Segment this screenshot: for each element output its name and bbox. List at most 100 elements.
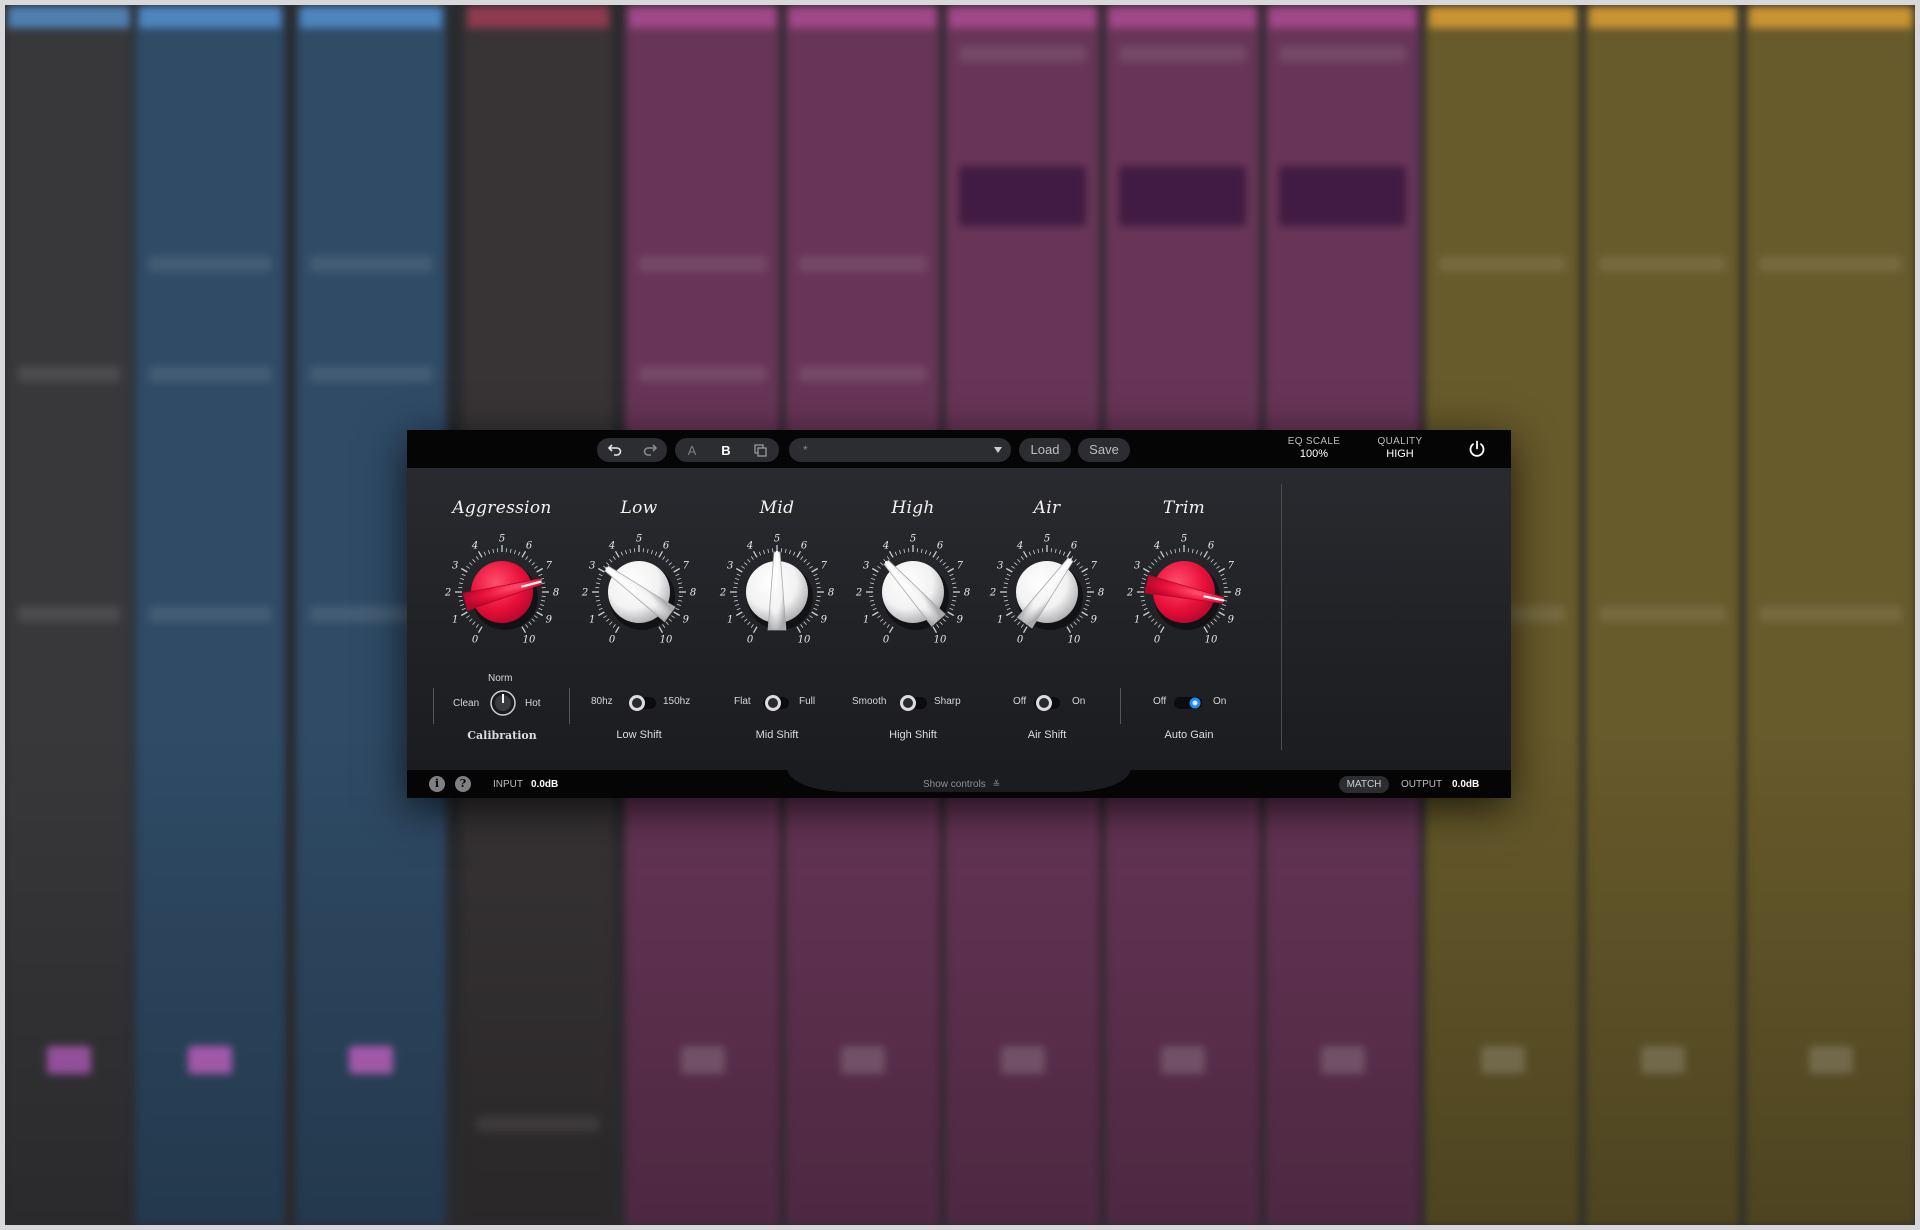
high-knob[interactable]: 0 1 2 3 4 5 6 7 8 9 10: [853, 532, 973, 652]
redo-button[interactable]: [632, 438, 667, 462]
knob-scale-number: 10: [523, 634, 536, 645]
save-button[interactable]: Save: [1078, 438, 1130, 462]
help-icon[interactable]: ?: [455, 776, 471, 792]
trim-knob[interactable]: 0 1 2 3 4 5 6 7 8 9 10: [1124, 532, 1244, 652]
knob-scale-number: 8: [828, 588, 834, 599]
power-button[interactable]: [1467, 439, 1487, 464]
knob-scale-number: 0: [1154, 634, 1161, 645]
air-shift-right-label: On: [1072, 696, 1086, 707]
mixer-channel-strip: [135, 6, 285, 1226]
show-controls-button[interactable]: Show controls ≚: [923, 779, 1000, 790]
divider: [433, 688, 434, 724]
knob-scale-number: 1: [863, 615, 869, 626]
knob-scale-number: 9: [821, 615, 828, 626]
knob-scale-number: 1: [1134, 615, 1140, 626]
knob-scale-number: 4: [882, 541, 889, 552]
knob-scale-number: 2: [1126, 588, 1133, 599]
low-shift-toggle[interactable]: [626, 688, 660, 718]
knob-scale-number: 5: [1044, 534, 1050, 545]
copy-ab-button[interactable]: [743, 438, 777, 462]
divider: [569, 688, 570, 724]
show-controls-label: Show controls: [923, 779, 986, 790]
knob-scale-number: 1: [997, 615, 1003, 626]
air-shift-left-label: Off: [1013, 696, 1027, 707]
knob-scale-number: 3: [727, 561, 733, 572]
mixer-channel-strip: [4, 6, 134, 1226]
power-icon: [1469, 440, 1485, 457]
ab-compare-group: A B: [675, 438, 779, 462]
mid-shift-label: Mid Shift: [755, 729, 799, 741]
knob-scale-number: 9: [1091, 615, 1098, 626]
knob-scale-number: 6: [1071, 541, 1078, 552]
knob-scale-number: 9: [1228, 615, 1235, 626]
knob-scale-number: 2: [719, 588, 726, 599]
knob-scale-number: 2: [989, 588, 996, 599]
knob-scale-number: 7: [683, 561, 690, 572]
undo-button[interactable]: [597, 438, 632, 462]
eq-scale-label: EQ SCALE: [1287, 436, 1341, 447]
high-shift-toggle[interactable]: [897, 688, 931, 718]
knob-scale-number: 6: [526, 541, 533, 552]
ab-a-button[interactable]: A: [675, 438, 709, 462]
knob-scale-number: 2: [444, 588, 451, 599]
knob-scale-number: 8: [1098, 588, 1104, 599]
quality-control[interactable]: QUALITY HIGH: [1365, 436, 1435, 460]
ab-b-button[interactable]: B: [709, 438, 743, 462]
undo-redo-group: [597, 438, 667, 462]
knob-scale-number: 6: [663, 541, 670, 552]
eq-scale-control[interactable]: EQ SCALE 100%: [1279, 436, 1349, 460]
knob-scale-number: 4: [746, 541, 753, 552]
knob-scale-number: 9: [683, 615, 690, 626]
info-icon[interactable]: i: [429, 776, 445, 792]
eq-plugin-window: A B * Load Save EQ SCALE 100% QUALITY HI…: [407, 430, 1511, 798]
air-knob[interactable]: 0 1 2 3 4 5 6 7 8 9 10: [987, 532, 1107, 652]
low-shift-label: Low Shift: [616, 729, 662, 741]
knob-scale-number: 3: [997, 561, 1003, 572]
knob-scale-number: 6: [1208, 541, 1215, 552]
mid-shift-toggle[interactable]: [759, 688, 793, 718]
knob-scale-number: 2: [855, 588, 862, 599]
knob-scale-number: 10: [1205, 634, 1218, 645]
knob-scale-number: 5: [1181, 534, 1187, 545]
knob-scale-number: 7: [821, 561, 828, 572]
chevron-down-icon: ≚: [992, 779, 1001, 789]
output-label: OUTPUT: [1401, 779, 1443, 790]
auto-gain-right-label: On: [1213, 696, 1227, 707]
knob-scale-number: 4: [608, 541, 615, 552]
knob-scale-number: 5: [636, 534, 642, 545]
calibration-left-label: Clean: [453, 698, 480, 709]
knob-scale-number: 7: [1228, 561, 1235, 572]
output-value[interactable]: 0.0dB: [1452, 779, 1479, 790]
knob-scale-number: 10: [1068, 634, 1081, 645]
knob-scale-number: 8: [1235, 588, 1241, 599]
knob-scale-number: 7: [546, 561, 553, 572]
load-button[interactable]: Load: [1019, 438, 1071, 462]
calibration-top-label: Norm: [488, 673, 513, 684]
preset-name: *: [803, 443, 808, 457]
mid-knob[interactable]: 0 1 2 3 4 5 6 7 8 9 10: [717, 532, 837, 652]
knob-scale-number: 5: [910, 534, 916, 545]
knob-title-aggression: Aggression: [452, 498, 552, 518]
knob-scale-number: 6: [937, 541, 944, 552]
knob-scale-number: 10: [660, 634, 673, 645]
eq-scale-value: 100%: [1299, 448, 1329, 460]
divider: [1281, 484, 1282, 750]
preset-selector[interactable]: *: [789, 438, 1011, 462]
quality-value: HIGH: [1386, 448, 1414, 460]
copy-icon: [753, 443, 767, 457]
knob-title-low: Low: [620, 498, 658, 518]
plugin-footer: i ? INPUT 0.0dB Show controls ≚ MATCH OU…: [407, 762, 1511, 798]
input-value[interactable]: 0.0dB: [531, 779, 558, 790]
knob-scale-number: 1: [727, 615, 733, 626]
input-label: INPUT: [493, 779, 523, 790]
aggression-knob[interactable]: 0 1 2 3 4 5 6 7 8 9 10: [442, 532, 562, 652]
calibration-knob[interactable]: [489, 689, 517, 717]
auto-gain-toggle[interactable]: [1171, 688, 1205, 718]
air-shift-toggle[interactable]: [1030, 688, 1064, 718]
low-knob[interactable]: 0 1 2 3 4 5 6 7 8 9 10: [579, 532, 699, 652]
knob-title-air: Air: [1033, 498, 1061, 518]
knob-scale-number: 0: [472, 634, 479, 645]
high-shift-label: High Shift: [889, 729, 937, 741]
knob-scale-number: 9: [546, 615, 553, 626]
match-button[interactable]: MATCH: [1339, 776, 1389, 793]
